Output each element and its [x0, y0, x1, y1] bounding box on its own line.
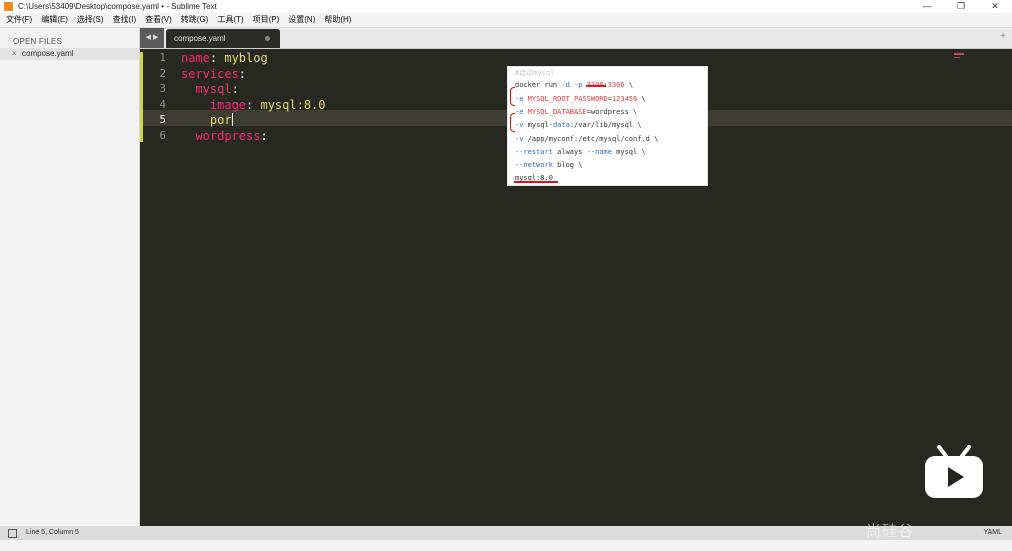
snippet-line: --restart always --name mysql \ [515, 147, 646, 156]
snippet-line: -e MYSQL_ROOT_PASSWORD=123456 \ [515, 94, 646, 103]
close-file-icon[interactable]: × [12, 48, 17, 60]
code-line[interactable]: image: mysql:8.0 [181, 98, 326, 112]
yaml-separator: : [246, 97, 261, 112]
tab-label: compose.yaml [174, 34, 226, 43]
yaml-key: mysql [195, 82, 232, 96]
sidebar: OPEN FILES × compose.yaml [0, 28, 140, 526]
menu-item[interactable]: 编辑(E) [41, 13, 68, 27]
snippet-line: docker run -d -p 3306:3306 \ [515, 81, 634, 90]
new-tab-icon[interactable]: + [1000, 28, 1006, 46]
line-number: 1 [159, 51, 166, 64]
yaml-key: name [181, 51, 210, 65]
line-number: 5 [159, 113, 166, 126]
snippet-line: mysql:8.0 [515, 174, 553, 183]
yaml-separator: : [231, 82, 239, 96]
bilibili-logo-icon [925, 445, 983, 498]
syntax-selector[interactable]: YAML [983, 526, 1002, 540]
yaml-value: myblog [224, 51, 268, 65]
line-number: 6 [159, 128, 166, 142]
sublime-app-icon [4, 2, 13, 11]
window-controls: — ❐ ✕ [910, 0, 1012, 13]
snippet-line: -v /app/myconf:/etc/mysql/conf.d \ [515, 134, 659, 143]
menu-item[interactable]: 工具(T) [217, 13, 243, 27]
tab-strip: ◀ ▶ compose.yaml + [140, 28, 1012, 49]
code-line[interactable]: por [181, 113, 233, 127]
yaml-value: mysql:8.0 [260, 97, 326, 112]
snippet-line: -e MYSQL_DATABASE=wordpress \ [515, 107, 638, 116]
menu-item[interactable]: 设置(N) [288, 13, 315, 27]
minimap-marker [954, 53, 964, 55]
unsaved-dot-icon[interactable] [265, 36, 270, 41]
title-bar: C:\Users\53409\Desktop\compose.yaml • - … [0, 0, 1012, 13]
yaml-key: image [209, 97, 247, 112]
watermark: 尚硅谷 [866, 523, 915, 540]
snippet-line: --network blog \ [515, 161, 583, 170]
code-line[interactable]: name: myblog [181, 51, 268, 65]
cursor-position: Line 5, Column 5 [26, 529, 79, 536]
sidebar-file-name: compose.yaml [22, 49, 74, 58]
menu-item[interactable]: 选择(S) [77, 13, 104, 27]
tab-nav-arrows-icon[interactable]: ◀ ▶ [140, 28, 164, 48]
minimap-marker-small [954, 57, 960, 58]
open-files-header: OPEN FILES [13, 37, 63, 46]
yaml-key: wordpress [195, 128, 261, 143]
window-title: C:\Users\53409\Desktop\compose.yaml • - … [18, 2, 217, 11]
tab-compose-yaml[interactable]: compose.yaml [166, 29, 280, 48]
menu-item[interactable]: 查找(I) [113, 13, 137, 27]
line-number: 3 [159, 82, 166, 95]
status-bar: Line 5, Column 5 YAML [0, 526, 1012, 540]
yaml-separator: : [209, 51, 225, 65]
maximize-button[interactable]: ❐ [944, 0, 978, 13]
text-cursor [231, 113, 233, 126]
snippet-line: -v mysql-data:/var/lib/mysql \ [515, 121, 642, 130]
yaml-separator: : [260, 128, 268, 143]
typed-text: por [209, 113, 232, 127]
panel-toggle-icon[interactable] [8, 529, 17, 538]
menu-item[interactable]: 转跳(G) [181, 13, 209, 27]
close-button[interactable]: ✕ [978, 0, 1012, 13]
line-number: 4 [159, 97, 166, 111]
menu-bar: 文件(F) 编辑(E) 选择(S) 查找(I) 查看(V) 转跳(G) 工具(T) 项目(P)… [0, 13, 1012, 28]
snippet-line: #启动mysql [515, 69, 555, 77]
menu-item[interactable]: 文件(F) [6, 13, 32, 27]
yaml-separator: : [238, 66, 247, 81]
line-number: 2 [159, 66, 166, 80]
menu-item[interactable]: 帮助(H) [324, 13, 351, 27]
menu-items: 文件(F) 编辑(E) 选择(S) 查找(I) 查看(V) 转跳(G) 工具(T) 项目(P)… [6, 13, 360, 27]
taskbar [0, 540, 1012, 551]
menu-item[interactable]: 查看(V) [145, 13, 172, 27]
menu-item[interactable]: 项目(P) [253, 13, 280, 27]
yaml-key: services [181, 66, 239, 81]
code-line[interactable]: wordpress: [181, 128, 268, 143]
code-line[interactable]: services: [181, 67, 246, 81]
docker-command-snippet: #启动mysql docker run -d -p 3306:3306 \ -e M… [507, 66, 708, 186]
sidebar-file-compose[interactable]: × compose.yaml [0, 48, 139, 60]
code-line[interactable]: mysql: [181, 82, 239, 96]
minimize-button[interactable]: — [910, 0, 944, 13]
